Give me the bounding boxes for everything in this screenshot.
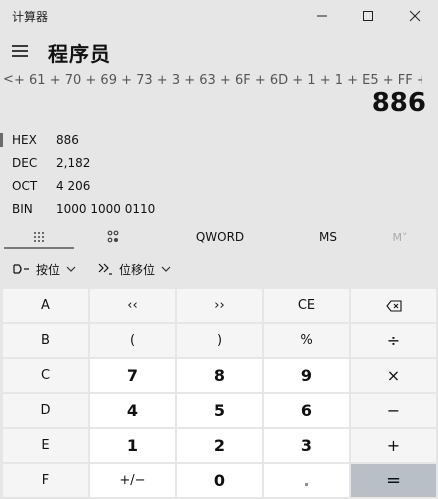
radix-row-bin[interactable]: BIN 1000 1000 0110 — [0, 198, 300, 220]
key-9[interactable]: 9 — [264, 359, 349, 392]
bit-toggle-icon — [107, 230, 119, 243]
tab-selected-underline — [4, 247, 74, 249]
key-a[interactable]: A — [3, 289, 88, 322]
maximize-button[interactable] — [345, 0, 391, 32]
radix-value: 4 206 — [56, 179, 91, 193]
result-display: 886 — [371, 88, 426, 118]
key-3[interactable]: 3 — [264, 429, 349, 462]
title-bar: 计算器 — [0, 0, 438, 32]
key-multiply[interactable]: × — [351, 359, 436, 392]
radix-value: 886 — [56, 133, 79, 147]
memory-store-button[interactable]: MS — [300, 226, 356, 248]
bitwise-label: 按位 — [36, 262, 61, 277]
mode-title: 程序员 — [48, 42, 111, 66]
minimize-button[interactable] — [299, 0, 345, 32]
backspace-icon — [385, 299, 402, 312]
tab-bit-toggle[interactable] — [80, 226, 146, 248]
key-8[interactable]: 8 — [177, 359, 262, 392]
keypad: A ‹‹ ›› CE B ( ) % ÷ C 7 8 9 × D 4 5 6 −… — [3, 289, 436, 497]
key-equals[interactable]: = — [351, 464, 436, 497]
key-percent[interactable]: % — [264, 324, 349, 357]
close-icon — [409, 10, 421, 22]
radix-value: 2,182 — [56, 156, 91, 170]
radix-selected-indicator — [0, 133, 3, 147]
key-4[interactable]: 4 — [90, 394, 175, 427]
key-0[interactable]: 0 — [177, 464, 262, 497]
key-negate[interactable]: +/− — [90, 464, 175, 497]
key-d[interactable]: D — [3, 394, 88, 427]
key-2[interactable]: 2 — [177, 429, 262, 462]
key-rotate-right[interactable]: ›› — [177, 289, 262, 322]
memory-recall-button[interactable]: M˅ — [380, 226, 420, 248]
key-add[interactable]: + — [351, 429, 436, 462]
radix-row-hex[interactable]: HEX 886 — [0, 129, 300, 151]
bitwise-icon — [12, 263, 30, 275]
bitwise-dropdown[interactable]: 按位 — [12, 258, 76, 280]
key-b[interactable]: B — [3, 324, 88, 357]
bitshift-label: 位移位 — [119, 262, 156, 277]
key-decimal[interactable]: . — [264, 464, 349, 497]
tab-full-keypad[interactable] — [4, 226, 74, 248]
full-keypad-icon — [34, 232, 44, 242]
expression-text: + 61 + 70 + 69 + 73 + 3 + 63 + 6F + 6D +… — [14, 73, 422, 88]
key-5[interactable]: 5 — [177, 394, 262, 427]
operations-row: 按位 位移位 — [0, 256, 438, 282]
key-subtract[interactable]: − — [351, 394, 436, 427]
key-backspace[interactable] — [351, 289, 436, 322]
radix-name: OCT — [12, 179, 38, 193]
hamburger-icon — [12, 45, 28, 57]
key-7[interactable]: 7 — [90, 359, 175, 392]
bitshift-dropdown[interactable]: 位移位 — [97, 258, 171, 280]
key-c[interactable]: C — [3, 359, 88, 392]
key-e[interactable]: E — [3, 429, 88, 462]
chevron-down-icon — [161, 266, 171, 272]
key-f[interactable]: F — [3, 464, 88, 497]
key-1[interactable]: 1 — [90, 429, 175, 462]
maximize-icon — [363, 11, 373, 21]
key-6[interactable]: 6 — [264, 394, 349, 427]
key-open-paren[interactable]: ( — [90, 324, 175, 357]
key-divide[interactable]: ÷ — [351, 324, 436, 357]
key-close-paren[interactable]: ) — [177, 324, 262, 357]
radix-name: HEX — [12, 133, 37, 147]
key-clear-entry[interactable]: CE — [264, 289, 349, 322]
bitshift-icon — [97, 262, 113, 276]
menu-button[interactable] — [10, 41, 30, 61]
radix-row-dec[interactable]: DEC 2,182 — [0, 152, 300, 174]
app-title: 计算器 — [12, 10, 49, 24]
key-rotate-left[interactable]: ‹‹ — [90, 289, 175, 322]
keypad-mode-tabs: QWORD MS M˅ — [0, 226, 438, 250]
radix-row-oct[interactable]: OCT 4 206 — [0, 175, 300, 197]
radix-name: BIN — [12, 202, 33, 216]
word-size-button[interactable]: QWORD — [175, 226, 265, 248]
minimize-icon — [317, 15, 327, 17]
close-button[interactable] — [392, 0, 438, 32]
radix-name: DEC — [12, 156, 38, 170]
chevron-down-icon — [66, 266, 76, 272]
expression-scroll-left-button[interactable]: < — [3, 72, 14, 87]
radix-value: 1000 1000 0110 — [56, 202, 156, 216]
